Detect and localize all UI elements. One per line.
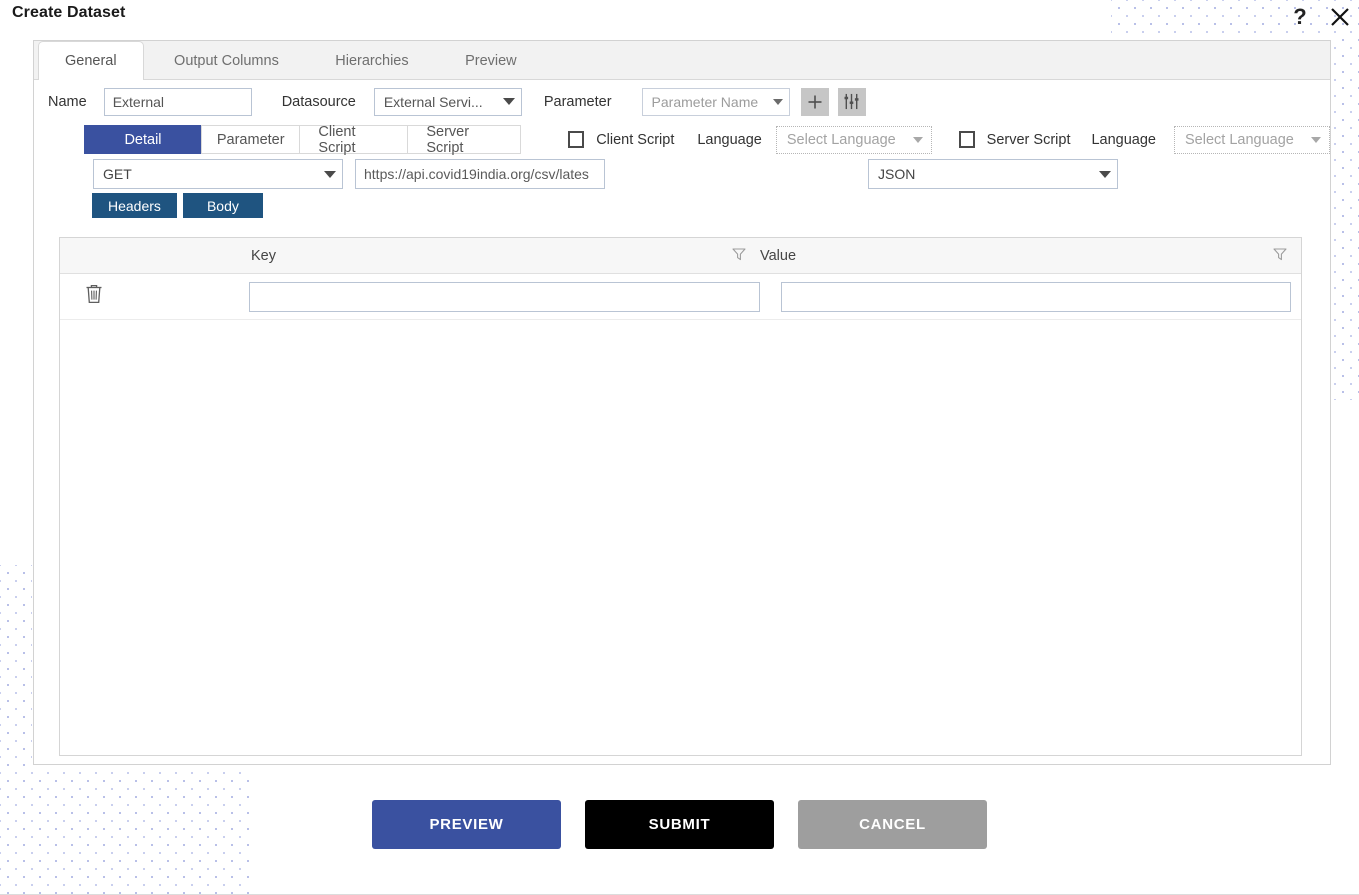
header-value-input[interactable]: [781, 281, 1291, 312]
dataset-meta-row: Name Datasource External Servi... Parame…: [34, 80, 1330, 123]
server-language-select[interactable]: Select Language: [1174, 125, 1330, 154]
grid-header-value: Value: [760, 247, 1301, 265]
http-method-value: GET: [103, 166, 132, 182]
datasource-select[interactable]: External Servi...: [373, 87, 522, 116]
key-cell: [249, 281, 760, 312]
tab-hierarchies[interactable]: Hierarchies: [309, 42, 434, 81]
plus-icon: [808, 95, 822, 108]
request-url-input[interactable]: [355, 159, 605, 189]
chevron-down-icon: [1099, 170, 1111, 178]
filter-icon[interactable]: [1273, 247, 1287, 265]
http-method-select[interactable]: GET: [93, 159, 343, 189]
header-key-input[interactable]: [249, 281, 760, 312]
server-script-label: Server Script: [986, 131, 1071, 148]
cancel-button[interactable]: CANCEL: [798, 800, 987, 849]
tab-output-columns[interactable]: Output Columns: [148, 42, 305, 81]
add-parameter-button[interactable]: [800, 87, 829, 116]
client-language-label: Language: [697, 131, 762, 148]
dataset-name-input[interactable]: [103, 87, 252, 116]
close-icon[interactable]: [1323, 0, 1357, 34]
value-cell: [760, 281, 1301, 312]
trash-icon[interactable]: [84, 283, 104, 310]
detail-subtabs-row: Detail Parameter Client Script Server Sc…: [34, 123, 1330, 156]
key-column-label: Key: [251, 247, 276, 264]
name-label: Name: [48, 93, 87, 110]
tab-headers[interactable]: Headers: [92, 193, 177, 218]
subtab-parameter[interactable]: Parameter: [201, 125, 301, 154]
page-title: Create Dataset: [12, 4, 126, 21]
sliders-icon: [844, 93, 859, 110]
tab-preview[interactable]: Preview: [439, 42, 543, 81]
client-script-checkbox[interactable]: [568, 131, 585, 148]
row-actions: [60, 283, 249, 310]
grid-header-row: Key Value: [60, 238, 1301, 274]
submit-button[interactable]: SUBMIT: [585, 800, 774, 849]
request-row: GET JSON: [34, 156, 1330, 192]
chevron-down-icon: [1311, 136, 1321, 143]
parameter-label: Parameter: [543, 93, 612, 110]
dialog-titlebar: Create Dataset ?: [0, 0, 1359, 36]
tab-general[interactable]: General: [38, 41, 144, 81]
subtab-client-script[interactable]: Client Script: [299, 124, 409, 156]
value-column-label: Value: [760, 247, 797, 264]
dataset-tabs: General Output Columns Hierarchies Previ…: [34, 41, 1330, 81]
parameter-name-select[interactable]: Parameter Name: [641, 87, 790, 116]
chevron-down-icon: [772, 98, 783, 105]
datasource-label: Datasource: [281, 93, 356, 110]
client-language-select[interactable]: Select Language: [775, 125, 932, 154]
tab-body[interactable]: Body: [182, 193, 263, 218]
help-icon[interactable]: ?: [1283, 0, 1317, 34]
payload-tabs: Headers Body: [34, 192, 1330, 218]
client-script-label: Client Script: [596, 131, 675, 148]
chevron-down-icon: [502, 98, 515, 105]
server-script-checkbox[interactable]: [958, 131, 975, 148]
subtab-detail[interactable]: Detail: [84, 125, 202, 154]
client-language-value: Select Language: [786, 131, 896, 148]
response-format-select[interactable]: JSON: [868, 159, 1118, 189]
grid-header-key: Key: [249, 247, 760, 265]
server-language-value: Select Language: [1185, 131, 1294, 148]
table-row: [60, 274, 1301, 320]
headers-grid: Key Value: [59, 237, 1302, 756]
subtab-server-script[interactable]: Server Script: [407, 124, 522, 156]
dialog-footer: PREVIEW SUBMIT CANCEL: [0, 800, 1359, 849]
datasource-value: External Servi...: [383, 93, 483, 110]
server-language-label: Language: [1091, 131, 1156, 148]
filter-icon[interactable]: [732, 247, 746, 265]
response-format-value: JSON: [878, 166, 916, 182]
chevron-down-icon: [324, 170, 336, 178]
preview-button[interactable]: PREVIEW: [372, 800, 561, 849]
chevron-down-icon: [912, 136, 923, 143]
parameter-settings-button[interactable]: [837, 87, 866, 116]
parameter-name-value: Parameter Name: [651, 93, 759, 110]
